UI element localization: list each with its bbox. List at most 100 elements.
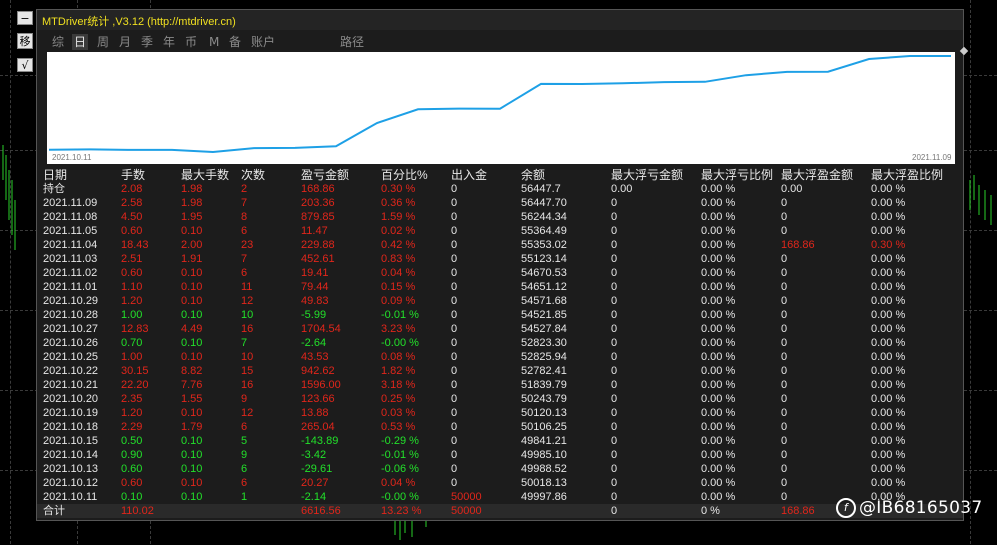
table-cell: 16 [241, 379, 254, 391]
column-header[interactable]: 手数 [121, 168, 145, 182]
minimize-button[interactable]: − [17, 11, 33, 25]
column-header[interactable]: 最大浮盈比例 [871, 168, 943, 182]
table-cell: 0 [781, 295, 788, 307]
table-cell: 2.00 [181, 239, 203, 251]
table-cell: 1.20 [121, 407, 143, 419]
table-cell: 0.00 % [871, 365, 906, 377]
table-cell: 0.10 [181, 449, 203, 461]
table-row: 2021.10.25 1.00 0.10 10 43.53 0.08 % 0 52825.94… [37, 350, 963, 364]
tab-path[interactable]: 路径 [338, 34, 366, 50]
table-cell: 8.82 [181, 365, 203, 377]
table-cell: 0.04 % [381, 477, 416, 489]
column-header[interactable]: 最大浮亏比例 [701, 168, 773, 182]
column-header[interactable]: 次数 [241, 168, 265, 182]
table-cell: -29.61 [301, 463, 333, 475]
column-header[interactable]: 最大浮盈金额 [781, 168, 853, 182]
column-header[interactable]: 余额 [521, 168, 545, 182]
column-header[interactable]: 百分比% [381, 168, 428, 182]
tab-year[interactable]: 年 [161, 34, 177, 50]
table-cell: 18.43 [121, 239, 149, 251]
table-cell: 0.00 % [701, 351, 736, 363]
tab-summary[interactable]: 综 [50, 34, 66, 50]
table-cell: 0.00 % [701, 435, 736, 447]
table-row: 2021.10.28 1.00 0.10 10 -5.99 -0.01 % 0 54521.8… [37, 308, 963, 322]
equity-line [48, 55, 951, 154]
column-header[interactable]: 最大手数 [181, 168, 229, 182]
table-row: 2021.10.19 1.20 0.10 12 13.88 0.03 % 0 50120.13… [37, 406, 963, 420]
table-cell: 0 [611, 267, 618, 279]
table-cell: 0 [451, 183, 458, 195]
column-header[interactable]: 最大浮亏金额 [611, 168, 683, 182]
column-header[interactable]: 日期 [43, 168, 67, 182]
table-cell: 54651.12 [521, 281, 567, 293]
table-cell: 0.00 % [871, 477, 906, 489]
table-cell: 0 [781, 337, 788, 349]
table-cell: 452.61 [301, 253, 335, 265]
table-cell: 0.30 % [381, 183, 416, 195]
table-row: 2021.10.22 30.15 8.82 15 942.62 1.82 % 0 52782.… [37, 364, 963, 378]
table-cell: 0.50 [121, 435, 143, 447]
table-cell: 0 [781, 379, 788, 391]
table-cell: 0 [611, 407, 618, 419]
column-header[interactable]: 出入金 [451, 168, 487, 182]
tab-week[interactable]: 周 [95, 34, 111, 50]
table-cell: 0.00 % [701, 379, 736, 391]
total-deposit: 50000 [451, 505, 482, 517]
table-cell: 2021.10.11 [43, 491, 98, 503]
table-cell: 56244.34 [521, 211, 567, 223]
table-cell: 10 [241, 309, 254, 321]
column-header[interactable]: 盈亏金额 [301, 168, 349, 182]
table-cell: 0.10 [181, 491, 203, 503]
table-cell: 12 [241, 295, 254, 307]
table-cell: 12.83 [121, 323, 149, 335]
table-cell: 0 [451, 337, 458, 349]
tab-quarter[interactable]: 季 [139, 34, 155, 50]
table-cell: 11 [241, 281, 253, 293]
table-cell: 12 [241, 407, 254, 419]
table-cell: 0.10 [181, 337, 203, 349]
move-button[interactable]: 移 [17, 33, 33, 49]
tab-magic[interactable]: M [207, 34, 221, 50]
table-cell: 49841.21 [521, 435, 567, 447]
table-cell: -0.00 % [381, 491, 419, 503]
price-candles-left [2, 145, 16, 250]
tab-currency[interactable]: 币 [183, 34, 199, 50]
table-cell: 0 [451, 393, 458, 405]
table-cell: 2.29 [121, 421, 143, 433]
table-cell: 0 [451, 281, 458, 293]
table-cell: 0.83 % [381, 253, 416, 265]
table-cell: 16 [241, 323, 254, 335]
table-cell: 2021.10.25 [43, 351, 99, 363]
table-cell: 20.27 [301, 477, 329, 489]
table-cell: 0.00 % [701, 239, 736, 251]
tab-month[interactable]: 月 [117, 34, 133, 50]
table-cell: 0 [781, 491, 788, 503]
table-cell: 2021.10.20 [43, 393, 99, 405]
table-cell: 123.66 [301, 393, 335, 405]
table-cell: 0.00 % [871, 435, 906, 447]
tab-account[interactable]: 账户 [249, 34, 277, 50]
total-lots: 110.02 [121, 505, 154, 517]
watermark-logo-icon: f [836, 498, 856, 518]
tab-day[interactable]: 日 [72, 34, 89, 50]
table-row: 2021.10.12 0.60 0.10 6 20.27 0.04 % 0 50018.13 0… [37, 476, 963, 490]
table-cell: 0.00 % [871, 295, 906, 307]
table-cell: 0.02 % [381, 225, 416, 237]
check-button[interactable]: √ [17, 58, 33, 72]
table-cell: 2021.10.22 [43, 365, 99, 377]
table-cell: 0 [781, 323, 788, 335]
price-candles-right [969, 175, 992, 225]
table-row: 2021.10.20 2.35 1.55 9 123.66 0.25 % 0 50243.79… [37, 392, 963, 406]
table-cell: 0 [781, 477, 788, 489]
table-cell: 2021.11.01 [43, 281, 98, 293]
table-cell: 0 [781, 351, 788, 363]
table-cell: 6 [241, 267, 248, 279]
title-bar[interactable]: MTDriver统计 ,V3.12 (http://mtdriver.cn) [37, 10, 963, 30]
table-cell: 0 [451, 449, 458, 461]
table-cell: 0 [451, 239, 458, 251]
table-cell: 7.76 [181, 379, 203, 391]
table-cell: 0.00 % [701, 267, 736, 279]
table-cell: 0.00 % [701, 365, 736, 377]
tab-note[interactable]: 备 [227, 34, 243, 50]
table-cell: 1.79 [181, 421, 203, 433]
